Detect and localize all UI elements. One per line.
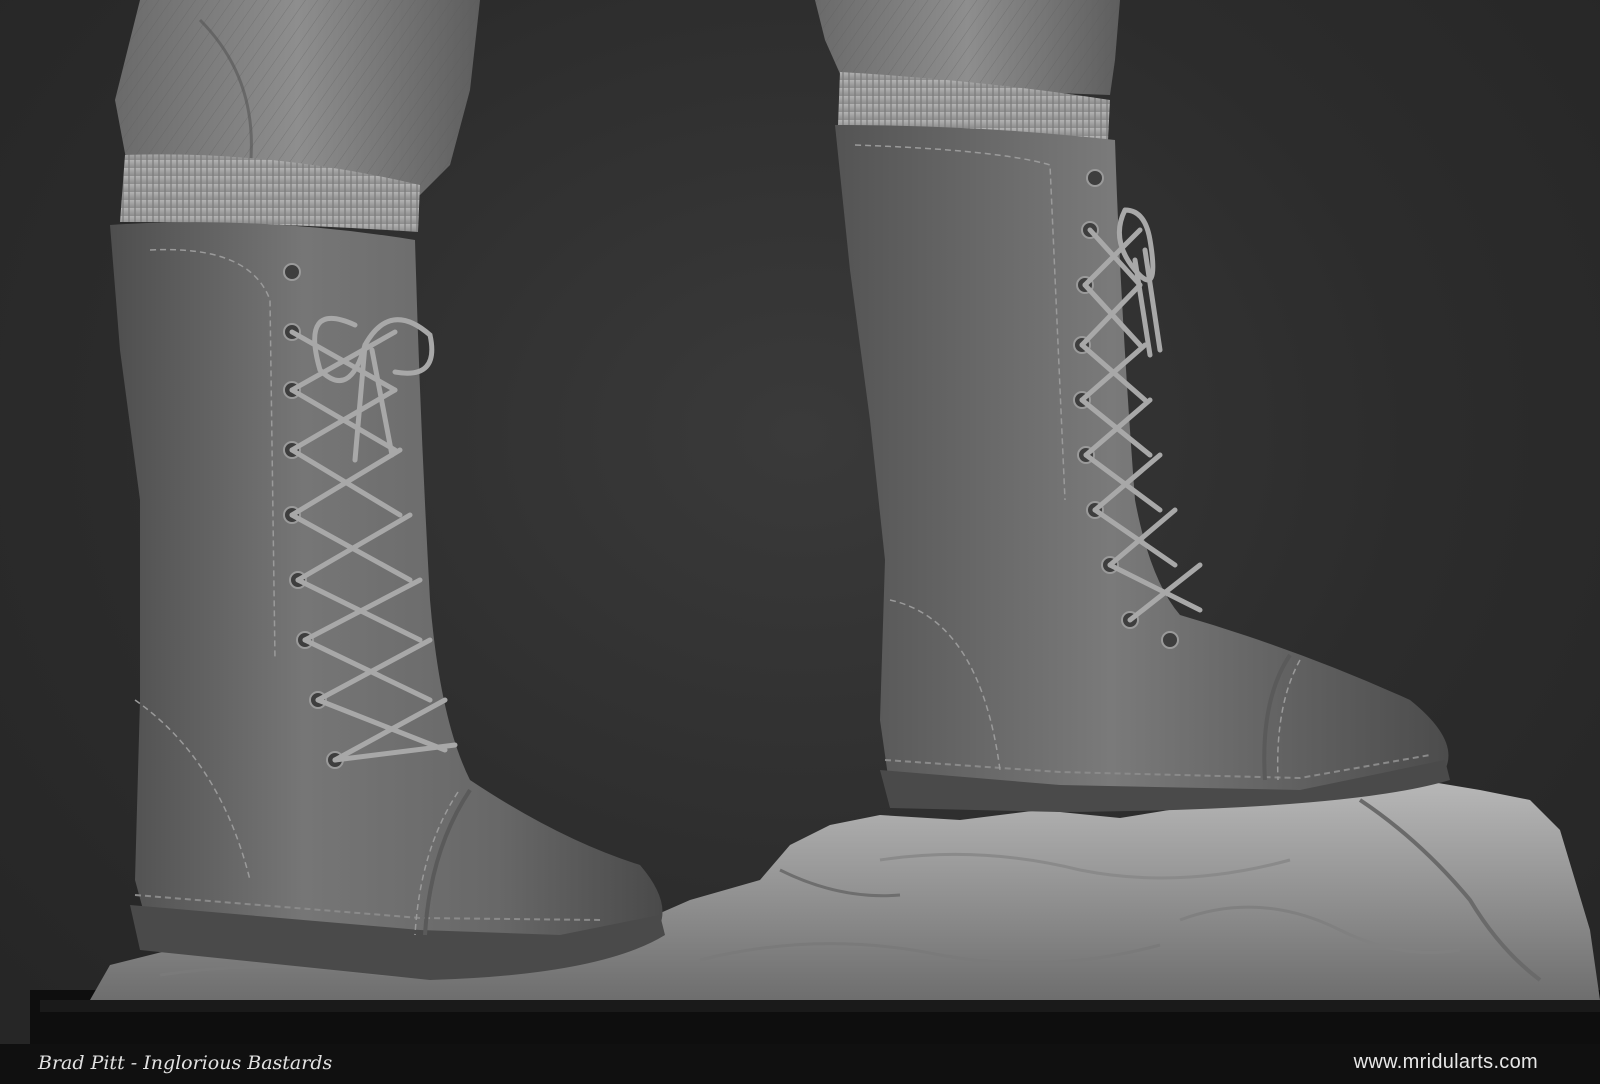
sculpt-render (30, 0, 1600, 1044)
right-boot (835, 125, 1450, 812)
artist-website: www.mridularts.com (1353, 1051, 1538, 1073)
artwork-title: Brad Pitt - Inglorious Bastards (38, 1052, 333, 1074)
render-frame: Brad Pitt - Inglorious Bastards www.mrid… (0, 0, 1600, 1084)
caption-bar: Brad Pitt - Inglorious Bastards www.mrid… (0, 1044, 1600, 1084)
left-boot (110, 222, 665, 980)
